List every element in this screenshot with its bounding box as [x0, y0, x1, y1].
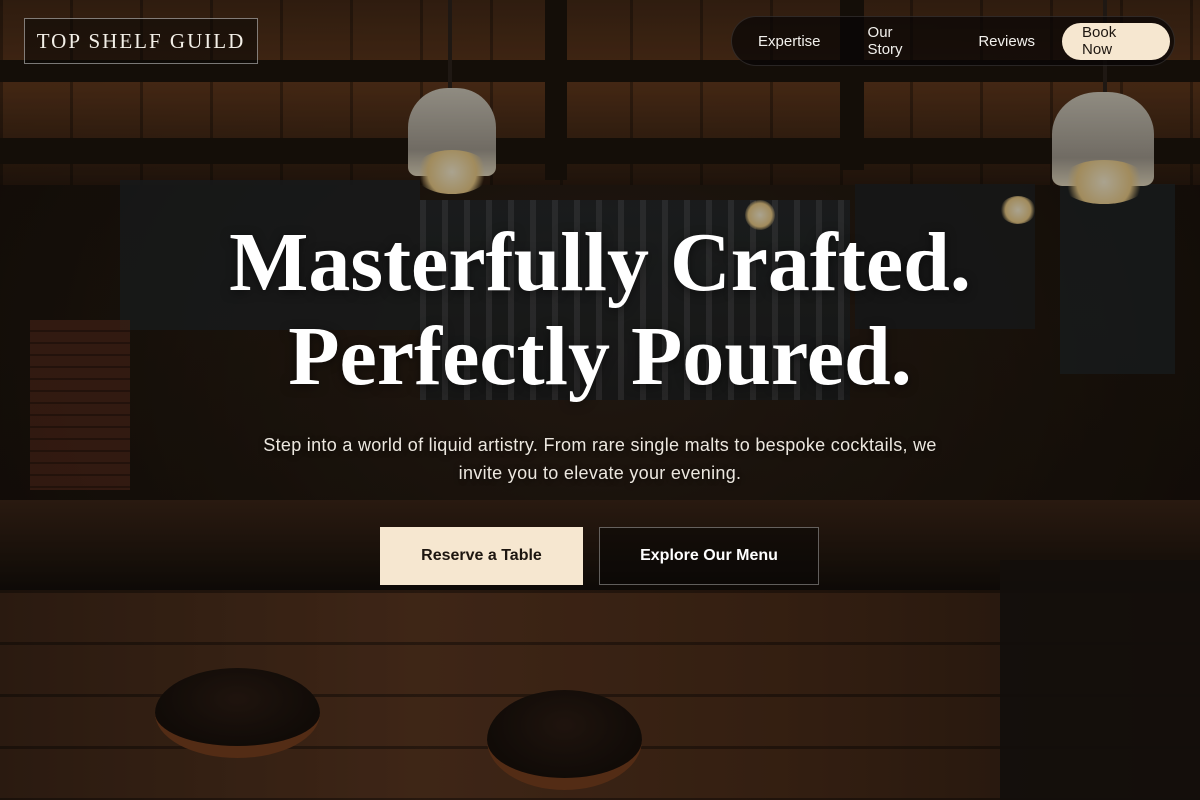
book-now-button[interactable]: Book Now [1062, 22, 1170, 60]
nav-link-reviews[interactable]: Reviews [978, 33, 1035, 50]
nav-link-our-story[interactable]: Our Story [868, 24, 932, 58]
hero-subtitle: Step into a world of liquid artistry. Fr… [263, 435, 937, 483]
explore-menu-button[interactable]: Explore Our Menu [599, 527, 819, 585]
main-nav: Expertise Our Story Reviews Book Now [731, 16, 1175, 66]
reserve-table-button[interactable]: Reserve a Table [380, 527, 583, 585]
hero-title-line-1: Masterfully Crafted. [229, 216, 971, 309]
hero-title: Masterfully Crafted. Perfectly Poured. [0, 216, 1200, 404]
nav-link-expertise[interactable]: Expertise [758, 33, 821, 50]
brand-logo[interactable]: TOP SHELF GUILD [24, 18, 258, 64]
hero-title-line-2: Perfectly Poured. [288, 310, 912, 403]
